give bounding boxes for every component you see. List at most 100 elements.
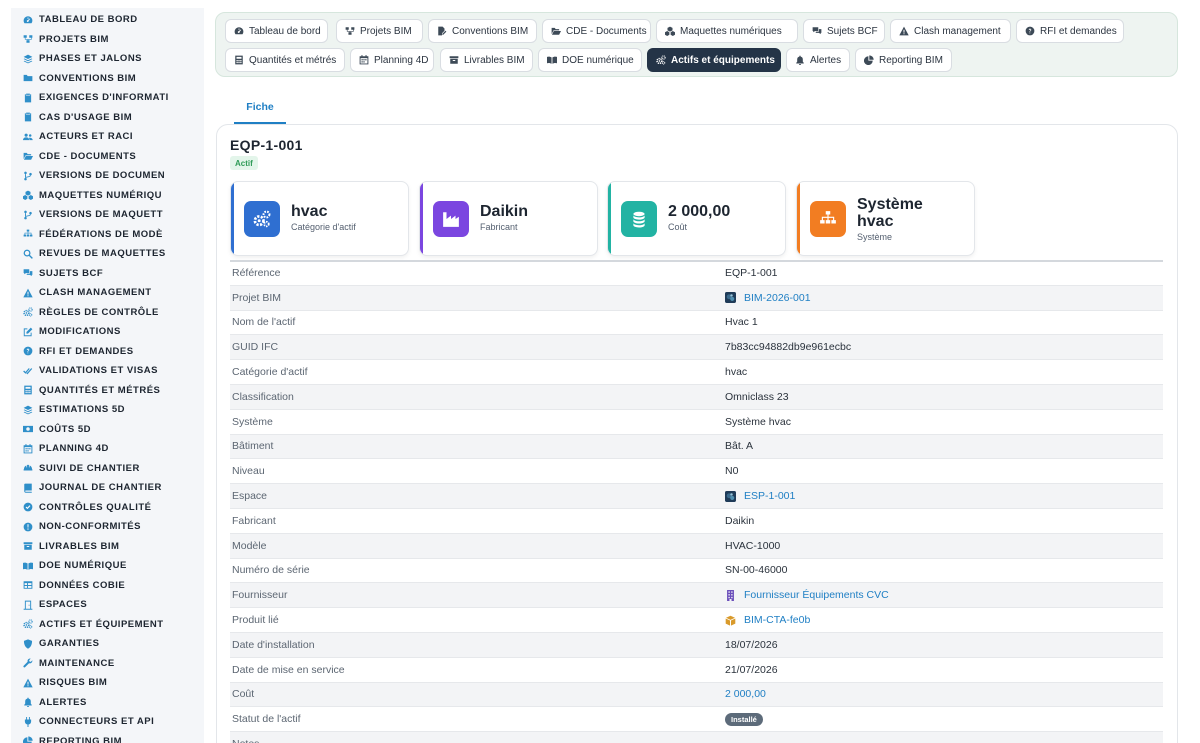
sidebar-item-cde-documents[interactable]: CDE - DOCUMENTS [11, 147, 204, 167]
nav-button-alertes[interactable]: Alertes [786, 48, 850, 72]
archive-icon [449, 55, 459, 65]
sidebar-item-maquettes-numeriqu[interactable]: MAQUETTES NUMÉRIQU [11, 186, 204, 206]
sidebar-item-couts-5d[interactable]: COÛTS 5D [11, 420, 204, 440]
field-value: Daikin [725, 515, 754, 527]
sidebar-item-alertes[interactable]: ALERTES [11, 693, 204, 713]
cubes-icon [23, 190, 33, 201]
table-icon [23, 580, 33, 590]
field-value: Bât. A [725, 440, 753, 452]
sidebar-item-projets-bim[interactable]: PROJETS BIM [11, 30, 204, 50]
chart-pie-icon [864, 55, 874, 65]
nav-button-tableau-de-bord[interactable]: Tableau de bord [225, 19, 328, 43]
field-value: HVAC-1000 [725, 540, 780, 552]
nav-button-maquettes-numeriques[interactable]: Maquettes numériques [656, 19, 798, 43]
sidebar-item-acteurs-et-raci[interactable]: ACTEURS ET RACI [11, 127, 204, 147]
sidebar-item-conventions-bim[interactable]: CONVENTIONS BIM [11, 69, 204, 89]
sidebar-item-label: RÈGLES DE CONTRÔLE [39, 306, 159, 318]
sidebar-item-label: DOE NUMÉRIQUE [39, 560, 127, 572]
sidebar-item-controles-qualite[interactable]: CONTRÔLES QUALITÉ [11, 498, 204, 518]
field-value: 7b83cc94882db9e961ecbc [725, 341, 851, 353]
sidebar-item-donnees-cobie[interactable]: DONNÉES COBIE [11, 576, 204, 596]
edit-icon [23, 327, 33, 337]
sidebar-item-label: MAQUETTES NUMÉRIQU [39, 189, 162, 201]
field-label: Système [232, 415, 273, 428]
sidebar-item-label: TABLEAU DE BORD [39, 14, 138, 26]
page-title: EQP-1-001 [230, 137, 303, 153]
field-value-link[interactable]: ESP-1-001 [725, 490, 795, 502]
nav-button-clash-management[interactable]: Clash management [890, 19, 1011, 43]
sidebar-item-label: VALIDATIONS ET VISAS [39, 365, 158, 377]
field-value-link[interactable]: BIM-2026-001 [725, 292, 811, 304]
sidebar-item-label: LIVRABLES BIM [39, 540, 120, 552]
sidebar-item-tableau-de-bord[interactable]: TABLEAU DE BORD [11, 10, 204, 30]
sidebar-item-label: CONVENTIONS BIM [39, 72, 137, 84]
sidebar-item-versions-de-maquett[interactable]: VERSIONS DE MAQUETT [11, 205, 204, 225]
nav-button-livrables-bim[interactable]: Livrables BIM [440, 48, 533, 72]
sidebar-item-exigences-d-informati[interactable]: EXIGENCES D'INFORMATI [11, 88, 204, 108]
sidebar-item-validations-et-visas[interactable]: VALIDATIONS ET VISAS [11, 361, 204, 381]
nav-button-label: Maquettes numériques [680, 25, 782, 37]
project-diagram-icon [23, 34, 33, 44]
sidebar-item-modifications[interactable]: MODIFICATIONS [11, 322, 204, 342]
field-value-text: Bât. A [725, 440, 754, 453]
sidebar-item-journal-de-chantier[interactable]: JOURNAL DE CHANTIER [11, 478, 204, 498]
warning-icon [23, 678, 33, 688]
sidebar-item-label: NON-CONFORMITÉS [39, 521, 141, 533]
field-value-link[interactable]: 2 000,00 [725, 688, 766, 700]
sidebar-item-cas-d-usage-bim[interactable]: CAS D'USAGE BIM [11, 108, 204, 128]
nav-button-rfi-et-demandes[interactable]: RFI et demandes [1016, 19, 1124, 43]
sidebar-item-label: CDE - DOCUMENTS [39, 150, 137, 162]
sidebar-item-label: CONTRÔLES QUALITÉ [39, 501, 152, 513]
nav-button-label: Clash management [914, 25, 1001, 37]
plug-icon [23, 716, 33, 727]
table-row: Système Système hvac [230, 408, 1163, 434]
nav-button-label: DOE numérique [562, 54, 634, 66]
field-label: Projet BIM [232, 291, 282, 304]
sidebar-item-doe-numerique[interactable]: DOE NUMÉRIQUE [11, 556, 204, 576]
sidebar-item-non-conformites[interactable]: NON-CONFORMITÉS [11, 517, 204, 537]
sidebar-item-reporting-bim[interactable]: REPORTING BIM [11, 732, 204, 743]
tab-fiche[interactable]: Fiche [234, 92, 286, 124]
nav-button-conventions-bim[interactable]: Conventions BIM [428, 19, 537, 43]
sidebar-item-sujets-bcf[interactable]: SUJETS BCF [11, 264, 204, 284]
nav-button-planning-4d[interactable]: Planning 4D [350, 48, 434, 72]
stat-card-cout: 2 000,00 Coût [607, 181, 786, 256]
sidebar-item-suivi-de-chantier[interactable]: SUIVI DE CHANTIER [11, 459, 204, 479]
sidebar-item-rfi-et-demandes[interactable]: RFI ET DEMANDES [11, 342, 204, 362]
nav-button-projets-bim[interactable]: Projets BIM [336, 19, 423, 43]
nav-button-sujets-bcf[interactable]: Sujets BCF [803, 19, 885, 43]
stat-value: 2 000,00 [668, 203, 731, 220]
nav-button-label: Sujets BCF [827, 25, 878, 37]
sidebar-item-clash-management[interactable]: CLASH MANAGEMENT [11, 283, 204, 303]
sidebar-item-phases-et-jalons[interactable]: PHASES ET JALONS [11, 49, 204, 69]
sidebar-item-label: FÉDÉRATIONS DE MODÈ [39, 228, 163, 240]
stat-label: Coût [668, 222, 688, 232]
sidebar-item-actifs-et-equipement[interactable]: ACTIFS ET ÉQUIPEMENT [11, 615, 204, 635]
sidebar-item-risques-bim[interactable]: RISQUES BIM [11, 673, 204, 693]
table-row: Projet BIM BIM-2026-001 [230, 284, 1163, 310]
nav-button-reporting-bim[interactable]: Reporting BIM [855, 48, 952, 72]
nav-button-actifs-et-equipements[interactable]: Actifs et équipements [647, 48, 781, 72]
comments-icon [812, 26, 822, 36]
nav-button-quantites-et-metres[interactable]: Quantités et métrés [225, 48, 345, 72]
sidebar-item-estimations-5d[interactable]: ESTIMATIONS 5D [11, 400, 204, 420]
sidebar-item-regles-de-controle[interactable]: RÈGLES DE CONTRÔLE [11, 303, 204, 323]
sidebar-item-espaces[interactable]: ESPACES [11, 595, 204, 615]
field-label: Produit lié [232, 614, 279, 627]
sidebar-item-label: ACTEURS ET RACI [39, 131, 134, 143]
sidebar-item-garanties[interactable]: GARANTIES [11, 634, 204, 654]
sidebar-item-federations-de-mode[interactable]: FÉDÉRATIONS DE MODÈ [11, 225, 204, 245]
sidebar-item-quantites-et-metres[interactable]: QUANTITÉS ET MÉTRÉS [11, 381, 204, 401]
field-value-link[interactable]: Fournisseur Équipements CVC [725, 589, 889, 601]
nav-button-cde-documents[interactable]: CDE - Documents [542, 19, 651, 43]
sidebar-item-planning-4d[interactable]: PLANNING 4D [11, 439, 204, 459]
sidebar-item-maintenance[interactable]: MAINTENANCE [11, 654, 204, 674]
sidebar-item-livrables-bim[interactable]: LIVRABLES BIM [11, 537, 204, 557]
table-row: Classification Omniclass 23 [230, 383, 1163, 409]
field-value-link[interactable]: BIM-CTA-fe0b [725, 614, 810, 626]
table-row: Date d'installation 18/07/2026 [230, 631, 1163, 657]
sidebar-item-versions-de-documen[interactable]: VERSIONS DE DOCUMEN [11, 166, 204, 186]
nav-button-doe-numerique[interactable]: DOE numérique [538, 48, 642, 72]
sidebar-item-connecteurs-et-api[interactable]: CONNECTEURS ET API [11, 712, 204, 732]
sidebar-item-revues-de-maquettes[interactable]: REVUES DE MAQUETTES [11, 244, 204, 264]
